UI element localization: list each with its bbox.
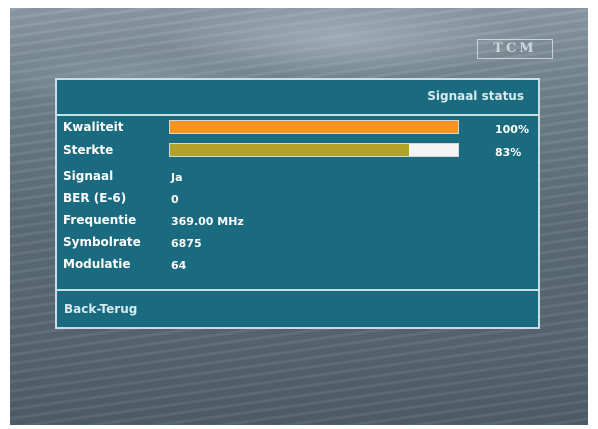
modulation-label: Modulatie bbox=[63, 257, 131, 271]
ber-label: BER (E-6) bbox=[63, 191, 127, 205]
strength-percent: 83% bbox=[495, 146, 522, 159]
panel-header: Signaal status bbox=[57, 80, 538, 116]
panel-title: Signaal status bbox=[427, 89, 524, 103]
symbolrate-value: 6875 bbox=[171, 237, 202, 250]
channel-logo: TCM bbox=[477, 39, 553, 59]
frequency-value: 369.00 MHz bbox=[171, 215, 244, 228]
modulation-value: 64 bbox=[171, 259, 187, 272]
panel-footer: Back-Terug bbox=[57, 289, 538, 327]
quality-label: Kwaliteit bbox=[63, 120, 124, 134]
quality-bar bbox=[169, 120, 459, 134]
strength-bar bbox=[169, 143, 459, 157]
frequency-label: Frequentie bbox=[63, 213, 137, 227]
strength-bar-fill bbox=[170, 144, 410, 156]
quality-percent: 100% bbox=[495, 123, 529, 136]
strength-label: Sterkte bbox=[63, 143, 114, 157]
ber-value: 0 bbox=[171, 193, 179, 206]
back-button[interactable]: Back-Terug bbox=[64, 302, 137, 316]
signal-status-panel: Signaal status Kwaliteit 100% Sterkte 83… bbox=[55, 78, 540, 329]
signal-label: Signaal bbox=[63, 169, 114, 183]
quality-bar-fill bbox=[170, 121, 458, 133]
symbolrate-label: Symbolrate bbox=[63, 235, 141, 249]
tv-screen: TCM Signaal status Kwaliteit 100% Sterkt… bbox=[10, 8, 588, 425]
signal-value: Ja bbox=[171, 171, 183, 184]
